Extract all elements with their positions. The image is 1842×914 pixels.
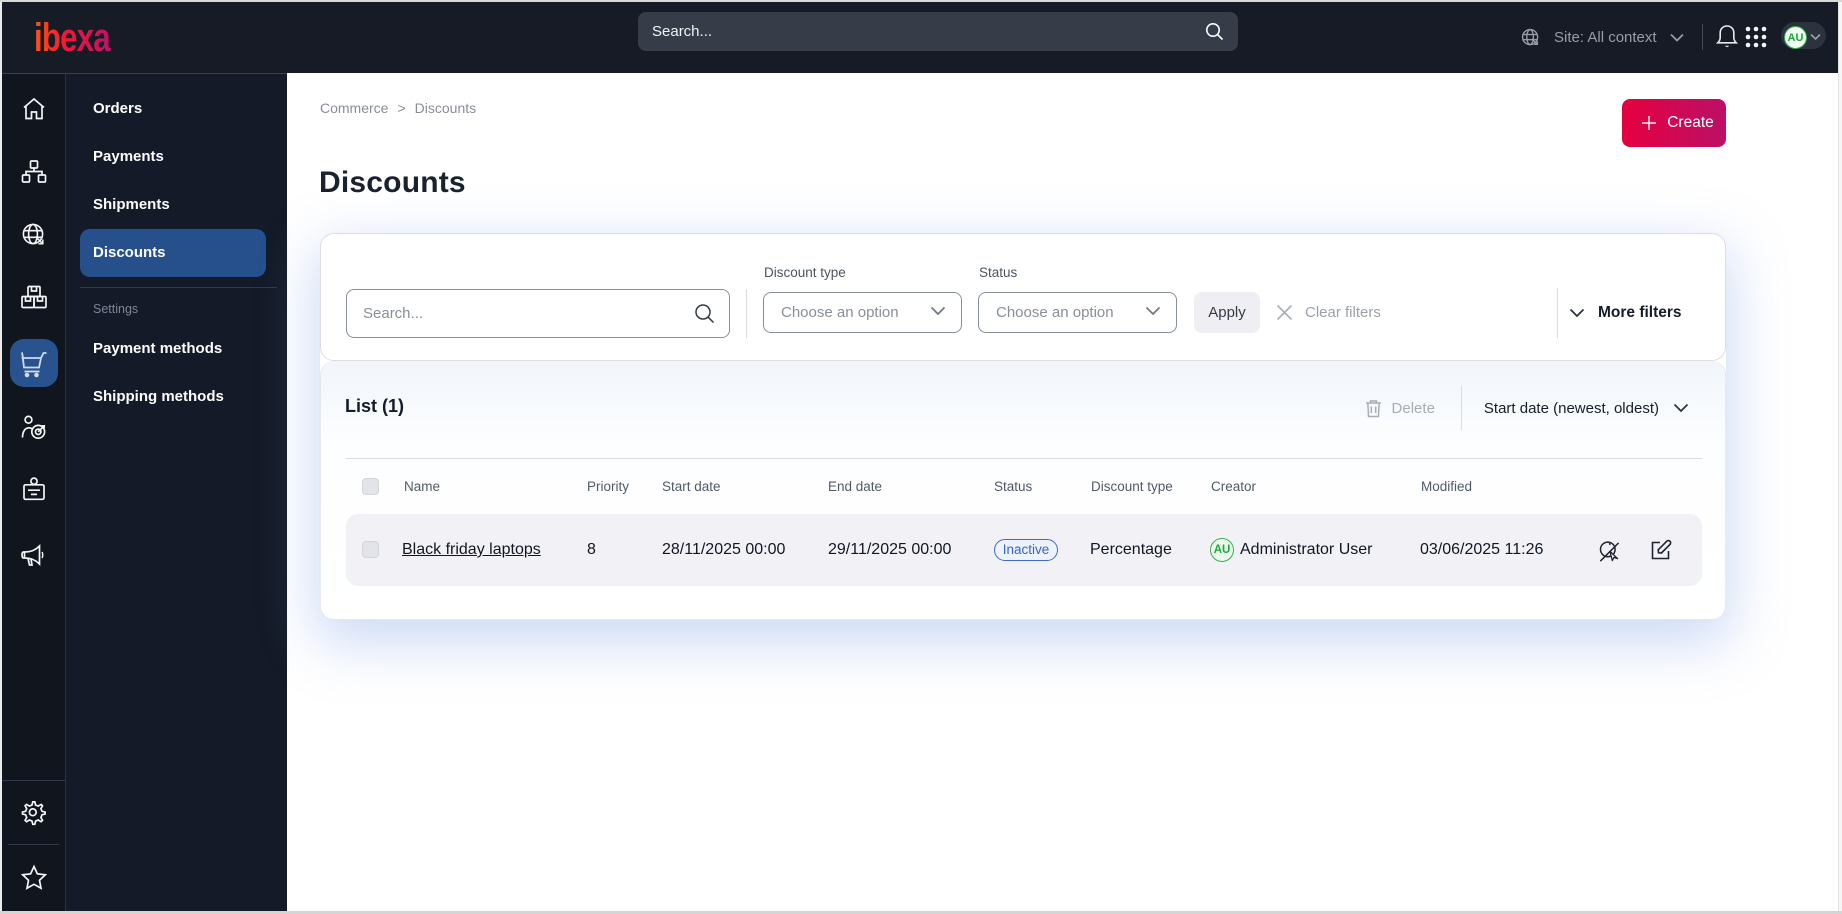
- svg-text:ibexa: ibexa: [34, 16, 112, 60]
